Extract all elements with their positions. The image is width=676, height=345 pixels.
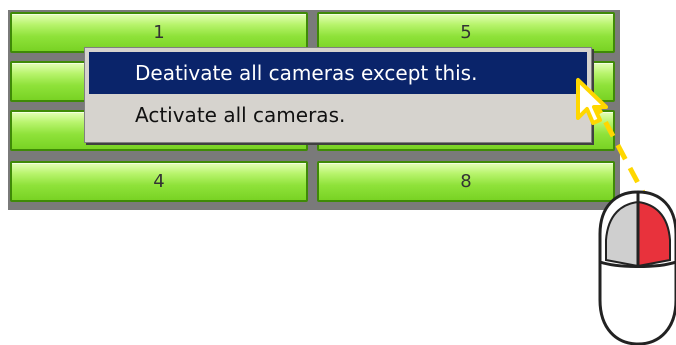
mouse-pointer-icon xyxy=(576,78,608,125)
pointer-arrow-overlay xyxy=(576,78,676,345)
computer-mouse-icon xyxy=(598,190,676,345)
